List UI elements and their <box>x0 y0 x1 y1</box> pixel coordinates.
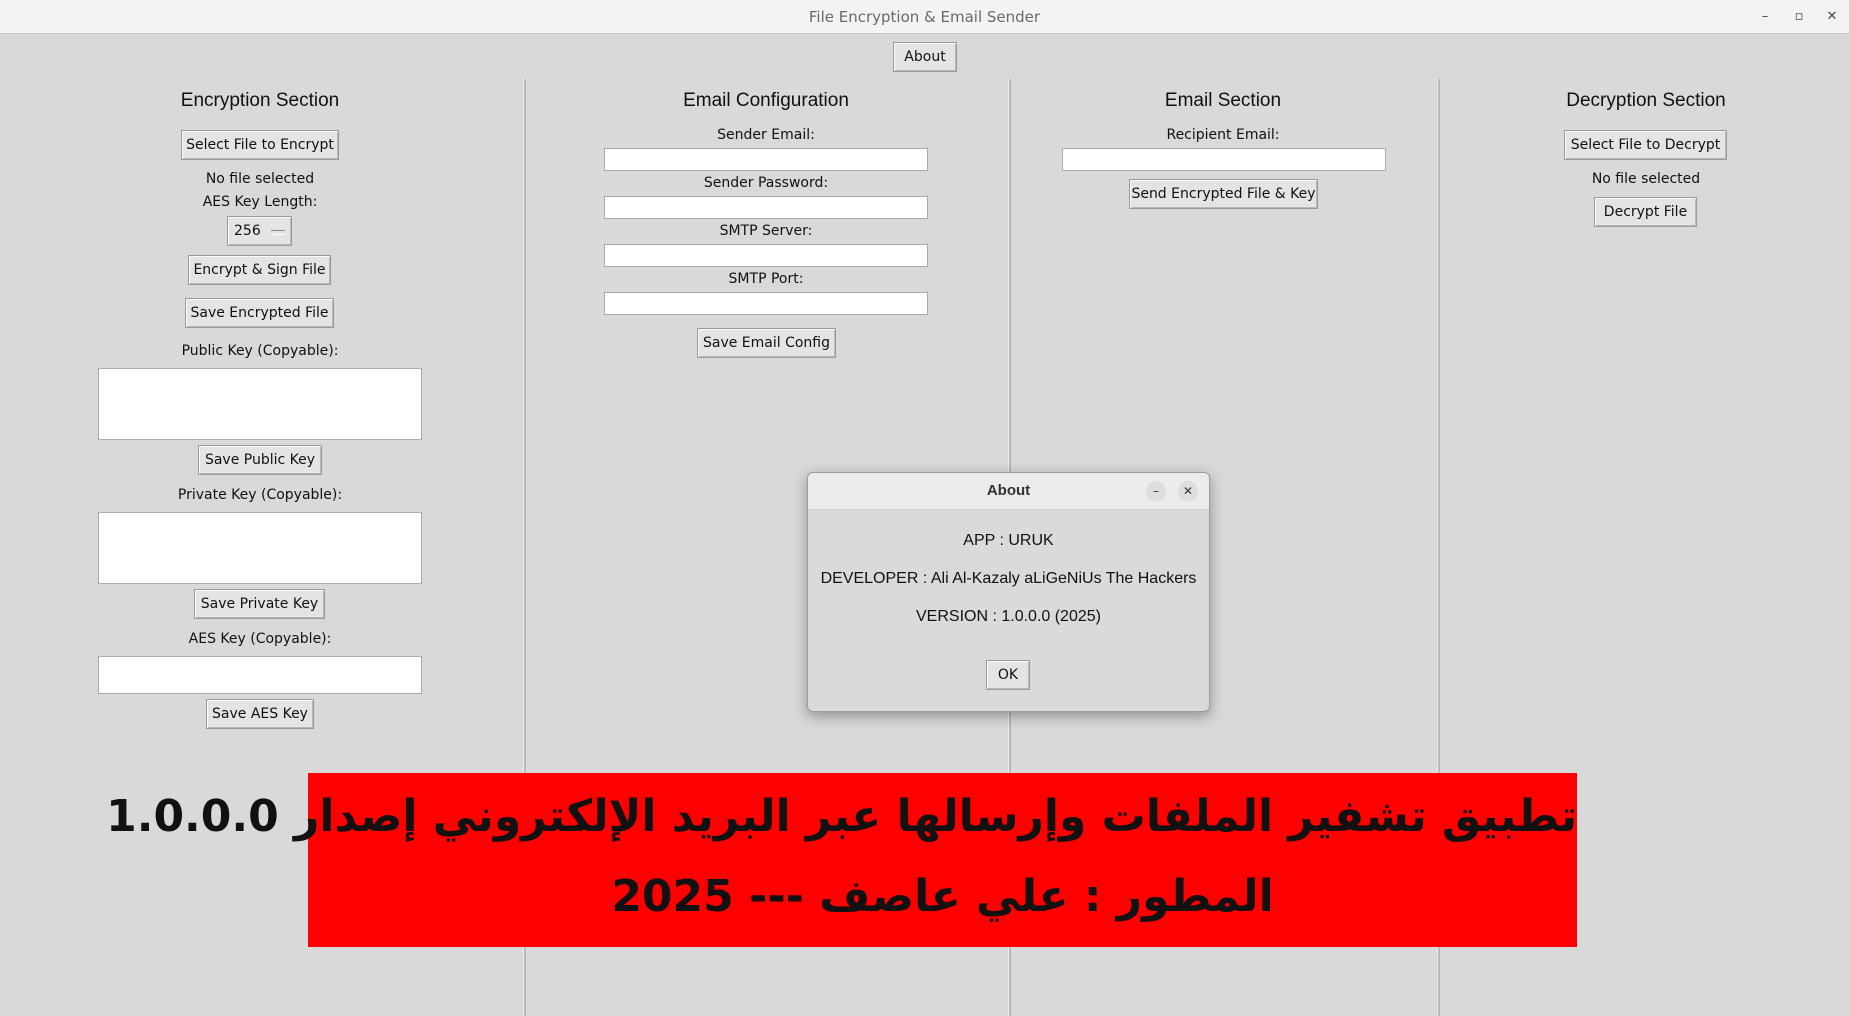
save-private-key-button[interactable]: Save Private Key <box>194 589 325 619</box>
close-icon[interactable]: ✕ <box>1821 6 1843 28</box>
about-dialog: About – ✕ APP : URUK DEVELOPER : Ali Al-… <box>807 472 1210 712</box>
smtp-port-label: SMTP Port: <box>728 271 804 287</box>
decrypt-file-status: No file selected <box>1591 171 1701 187</box>
save-email-config-button[interactable]: Save Email Config <box>697 328 836 358</box>
recipient-email-label: Recipient Email: <box>1166 127 1280 143</box>
smtp-server-input[interactable] <box>604 244 928 267</box>
minimize-icon[interactable]: – <box>1754 6 1776 28</box>
maximize-icon[interactable]: ▫ <box>1788 6 1810 28</box>
send-encrypted-file-key-button[interactable]: Send Encrypted File & Key <box>1129 179 1318 209</box>
public-key-textbox[interactable] <box>98 368 422 440</box>
dropdown-indicator-icon <box>271 230 285 235</box>
aes-key-length-select[interactable]: 256 <box>227 216 292 246</box>
sender-email-input[interactable] <box>604 148 928 171</box>
sender-password-input[interactable] <box>604 196 928 219</box>
save-aes-key-button[interactable]: Save AES Key <box>206 699 314 729</box>
sender-password-label: Sender Password: <box>703 175 829 191</box>
select-file-to-encrypt-button[interactable]: Select File to Encrypt <box>181 130 339 160</box>
banner-line-2: المطور : علي عاصف --- 2025 <box>611 871 1274 922</box>
email-section-heading: Email Section <box>1164 90 1282 111</box>
public-key-label: Public Key (Copyable): <box>181 343 339 359</box>
dialog-close-icon[interactable]: ✕ <box>1178 481 1198 501</box>
about-ok-button[interactable]: OK <box>986 660 1030 690</box>
aes-key-length-label: AES Key Length: <box>202 194 318 210</box>
encrypt-file-status: No file selected <box>205 171 315 187</box>
decrypt-file-button[interactable]: Decrypt File <box>1594 197 1697 227</box>
email-config-heading: Email Configuration <box>683 90 849 111</box>
about-dialog-titlebar: About – ✕ <box>808 473 1209 510</box>
select-file-to-decrypt-button[interactable]: Select File to Decrypt <box>1564 130 1727 160</box>
private-key-label: Private Key (Copyable): <box>177 487 343 503</box>
about-button[interactable]: About <box>893 42 957 72</box>
about-app-line: APP : URUK <box>963 532 1054 549</box>
dialog-minimize-icon[interactable]: – <box>1146 481 1166 501</box>
window-title: File Encryption & Email Sender <box>808 8 1041 26</box>
sender-email-label: Sender Email: <box>717 127 815 143</box>
save-public-key-button[interactable]: Save Public Key <box>198 445 322 475</box>
window-titlebar: File Encryption & Email Sender – ▫ ✕ <box>0 0 1849 34</box>
aes-key-textbox[interactable] <box>98 656 422 694</box>
arabic-info-banner: تطبيق تشفير الملفات وإرسالها عبر البريد … <box>106 773 1577 947</box>
save-encrypted-file-button[interactable]: Save Encrypted File <box>185 298 334 328</box>
about-developer-line: DEVELOPER : Ali Al-Kazaly aLiGeNiUs The … <box>820 570 1197 587</box>
private-key-textbox[interactable] <box>98 512 422 584</box>
aes-key-label: AES Key (Copyable): <box>188 631 332 647</box>
smtp-server-label: SMTP Server: <box>719 223 813 239</box>
encrypt-sign-file-button[interactable]: Encrypt & Sign File <box>188 255 331 285</box>
banner-line-1: تطبيق تشفير الملفات وإرسالها عبر البريد … <box>106 791 1577 842</box>
aes-key-length-value: 256 <box>234 223 261 239</box>
recipient-email-input[interactable] <box>1062 148 1386 171</box>
smtp-port-input[interactable] <box>604 292 928 315</box>
encryption-heading: Encryption Section <box>180 90 340 111</box>
about-version-line: VERSION : 1.0.0.0 (2025) <box>916 608 1101 625</box>
decryption-heading: Decryption Section <box>1566 90 1726 111</box>
